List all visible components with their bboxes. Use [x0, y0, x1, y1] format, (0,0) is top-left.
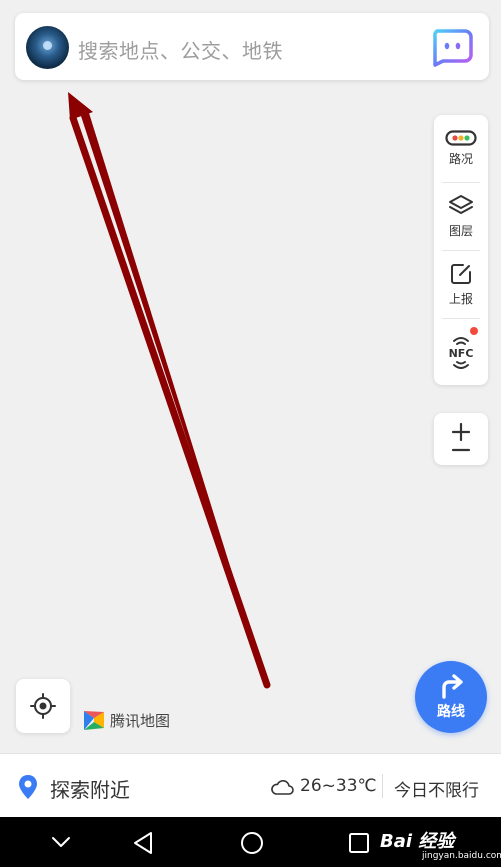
route-button[interactable]: 路线 — [415, 661, 487, 733]
back-icon[interactable] — [132, 831, 154, 855]
map-canvas[interactable] — [0, 0, 501, 753]
voice-assistant-icon[interactable] — [429, 27, 473, 67]
home-icon[interactable] — [240, 831, 264, 855]
turn-right-arrow-icon — [442, 674, 463, 699]
traffic-label: 路况 — [448, 152, 473, 166]
report-label: 上报 — [448, 292, 473, 306]
nfc-badge — [470, 327, 478, 335]
traffic-icon — [445, 130, 477, 146]
watermark-sub: jingyan.baidu.com — [422, 851, 501, 861]
watermark: Bai 经验 jingyan.baidu.com — [356, 827, 501, 865]
nfc-icon: NFC — [449, 336, 474, 369]
zoom-in-icon[interactable] — [451, 422, 471, 442]
avatar[interactable] — [26, 26, 69, 69]
bottom-bar: 探索附近 26~33℃ 今日不限行 — [0, 753, 501, 817]
layers-icon — [449, 195, 473, 214]
map-tools-panel: 路况 图层 上报 NFC — [434, 115, 488, 385]
zoom-out-icon[interactable] — [451, 443, 471, 457]
zoom-controls — [434, 413, 488, 465]
watermark-main: Bai 经验 — [380, 831, 455, 852]
route-label: 路线 — [437, 704, 465, 720]
report-button[interactable]: 上报 — [434, 251, 488, 318]
nfc-label: NFC — [449, 347, 474, 360]
layers-label: 图层 — [448, 224, 473, 238]
search-input[interactable]: 搜索地点、公交、地铁 — [78, 35, 283, 64]
layers-button[interactable]: 图层 — [434, 183, 488, 250]
cloud-icon — [271, 780, 294, 795]
brand: 腾讯地图 — [82, 708, 170, 732]
locate-icon — [30, 693, 56, 719]
traffic-restriction-status[interactable]: 今日不限行 — [394, 776, 479, 801]
tencent-map-logo-icon — [84, 711, 104, 730]
system-nav-bar: Bai 经验 jingyan.baidu.com — [0, 817, 501, 867]
weather-temperature: 26~33℃ — [300, 776, 377, 796]
brand-name: 腾讯地图 — [110, 711, 171, 730]
bottom-bar-divider — [382, 774, 383, 798]
search-bar[interactable]: 搜索地点、公交、地铁 — [15, 13, 489, 80]
nfc-button[interactable]: NFC — [434, 319, 488, 386]
report-icon — [451, 264, 471, 284]
traffic-button[interactable]: 路况 — [434, 115, 488, 182]
locate-button[interactable] — [16, 679, 70, 733]
explore-nearby-button[interactable]: 探索附近 — [50, 774, 130, 803]
collapse-chevron-icon[interactable] — [50, 835, 72, 849]
location-pin-icon — [19, 775, 37, 799]
